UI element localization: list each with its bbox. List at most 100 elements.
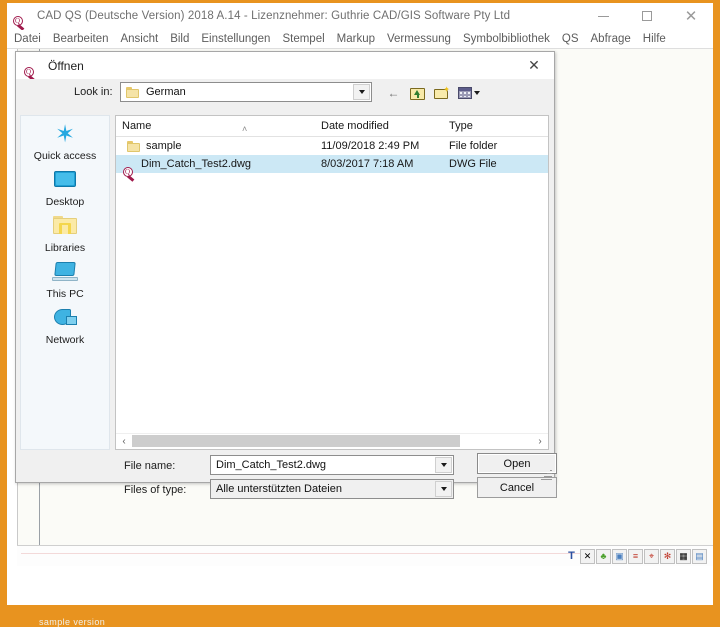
table-row[interactable]: sample 11/09/2018 2:49 PM File folder [116, 137, 548, 155]
window-title: CAD QS (Deutsche Version) 2018 A.14 - Li… [37, 10, 511, 22]
look-in-label: Look in: [74, 86, 113, 98]
menu-item-markup[interactable]: Markup [331, 33, 381, 45]
file-name-input[interactable]: Dim_Catch_Test2.dwg [210, 455, 454, 475]
scroll-left-arrow-icon[interactable]: ‹ [116, 434, 132, 449]
dialog-navigation-toolbar: ← ✦ [384, 84, 482, 102]
dialog-title-bar: Q Öffnen ✕ [16, 52, 554, 82]
menu-item-hilfe[interactable]: Hilfe [637, 33, 672, 45]
application-frame: Q CAD QS (Deutsche Version) 2018 A.14 - … [0, 0, 720, 627]
document-watermark: sample version [39, 617, 106, 627]
horizontal-scrollbar[interactable]: ‹ › [116, 433, 548, 449]
resize-grip[interactable] [541, 469, 552, 480]
library-folder-icon [50, 214, 80, 239]
place-item-quick-access[interactable]: ✶ Quick access [21, 116, 109, 163]
dialog-title: Öffnen [48, 58, 84, 73]
look-in-value: German [146, 86, 186, 98]
dwg-file-icon: Q [122, 158, 135, 182]
chevron-down-icon[interactable] [353, 84, 370, 100]
menu-item-vermessung[interactable]: Vermessung [381, 33, 457, 45]
views-grid-icon [458, 87, 472, 99]
files-of-type-label: Files of type: [124, 484, 187, 496]
menu-item-bearbeiten[interactable]: Bearbeiten [47, 33, 115, 45]
text-tool-icon[interactable]: T [564, 549, 579, 564]
dialog-close-icon[interactable]: ✕ [514, 52, 554, 79]
place-item-this-pc[interactable]: This PC [21, 254, 109, 300]
scrollbar-track[interactable] [132, 434, 532, 449]
file-name-cell: sample [116, 140, 321, 152]
magnifier-qs-icon: Q [12, 7, 30, 31]
title-bar: Q CAD QS (Deutsche Version) 2018 A.14 - … [7, 3, 713, 31]
file-type-cell: File folder [449, 140, 498, 152]
back-button[interactable]: ← [384, 84, 403, 102]
views-button[interactable] [456, 84, 482, 102]
places-bar: ✶ Quick access Desktop Libraries This PC [20, 115, 110, 450]
measure-tool-icon[interactable]: ⌖ [644, 548, 659, 564]
chevron-down-icon[interactable] [435, 457, 452, 473]
leaf-tool-icon[interactable]: ♣ [596, 548, 611, 564]
file-date-cell: 8/03/2017 7:18 AM [321, 158, 414, 170]
place-label: Quick access [33, 150, 97, 162]
status-toolbar: T ✕ ♣ ▣ ≡ ⌖ ✻ ▦ ▤ [564, 548, 707, 564]
file-name-label: Dim_Catch_Test2.dwg [141, 158, 252, 170]
file-name-label: sample [146, 140, 182, 152]
network-icon [50, 306, 80, 331]
new-folder-button[interactable]: ✦ [432, 84, 451, 102]
menu-item-symbolbibliothek[interactable]: Symbolbibliothek [457, 33, 556, 45]
window-tool-icon[interactable]: ▣ [612, 548, 627, 564]
column-header-date-modified[interactable]: Date modified [321, 120, 449, 132]
file-list[interactable]: Name ˄ Date modified Type sample 11/09/2… [115, 115, 549, 450]
minimize-button[interactable] [581, 3, 625, 29]
computer-icon [50, 260, 80, 285]
menu-item-ansicht[interactable]: Ansicht [114, 33, 164, 45]
column-header-type[interactable]: Type [449, 120, 548, 132]
place-item-desktop[interactable]: Desktop [21, 162, 109, 208]
menu-item-abfrage[interactable]: Abfrage [585, 33, 637, 45]
cancel-button[interactable]: Cancel [477, 477, 557, 498]
lightning-tool-icon[interactable]: ≡ [628, 548, 643, 564]
monitor-icon [50, 168, 80, 193]
status-divider [21, 553, 581, 554]
place-label: Network [45, 334, 85, 346]
menu-item-stempel[interactable]: Stempel [276, 33, 330, 45]
place-item-libraries[interactable]: Libraries [21, 208, 109, 254]
image-tool-icon[interactable]: ▤ [692, 548, 707, 564]
place-label: This PC [46, 288, 84, 300]
column-header-name[interactable]: Name ˄ [116, 120, 321, 134]
table-row[interactable]: Q Dim_Catch_Test2.dwg 8/03/2017 7:18 AM … [116, 155, 548, 182]
close-tool-icon[interactable]: ✕ [580, 548, 595, 564]
star-icon: ✶ [54, 121, 76, 148]
file-name-value: Dim_Catch_Test2.dwg [216, 459, 327, 471]
dialog-body: Look in: German ← ✦ ✶ Quick access Deskt… [16, 79, 557, 499]
menu-item-einstellungen[interactable]: Einstellungen [195, 33, 276, 45]
column-header-name-label: Name [122, 120, 152, 132]
scroll-right-arrow-icon[interactable]: › [532, 434, 548, 449]
folder-icon [126, 86, 139, 98]
menu-item-qs[interactable]: QS [556, 33, 585, 45]
open-file-dialog: Q Öffnen ✕ Look in: German ← ✦ ✶ Quick a… [15, 51, 557, 499]
files-of-type-select[interactable]: Alle unterstützten Dateien [210, 479, 454, 499]
place-label: Libraries [44, 242, 86, 254]
up-folder-button[interactable] [408, 84, 427, 102]
file-name-cell: Q Dim_Catch_Test2.dwg [116, 158, 321, 182]
stamp-tool-icon[interactable]: ✻ [660, 548, 675, 564]
window-controls: ✕ [581, 3, 713, 29]
menu-item-datei[interactable]: Datei [8, 33, 47, 45]
scrollbar-thumb[interactable] [132, 435, 460, 447]
main-window: Q CAD QS (Deutsche Version) 2018 A.14 - … [7, 3, 713, 627]
sort-ascending-icon: ˄ [242, 124, 248, 134]
maximize-button[interactable] [625, 3, 669, 29]
file-list-header: Name ˄ Date modified Type [116, 116, 548, 137]
chevron-down-icon[interactable] [435, 481, 452, 497]
file-type-cell: DWG File [449, 158, 497, 170]
chevron-down-icon [474, 91, 480, 95]
look-in-combobox[interactable]: German [120, 82, 372, 102]
menu-item-bild[interactable]: Bild [164, 33, 195, 45]
up-folder-icon [410, 87, 425, 100]
file-date-cell: 11/09/2018 2:49 PM [321, 140, 420, 152]
close-button[interactable]: ✕ [669, 3, 713, 29]
file-name-label: File name: [124, 460, 176, 472]
place-label: Desktop [45, 196, 85, 208]
place-item-network[interactable]: Network [21, 300, 109, 346]
magnifier-qs-icon: Q [23, 58, 41, 82]
checker-tool-icon[interactable]: ▦ [676, 548, 691, 564]
